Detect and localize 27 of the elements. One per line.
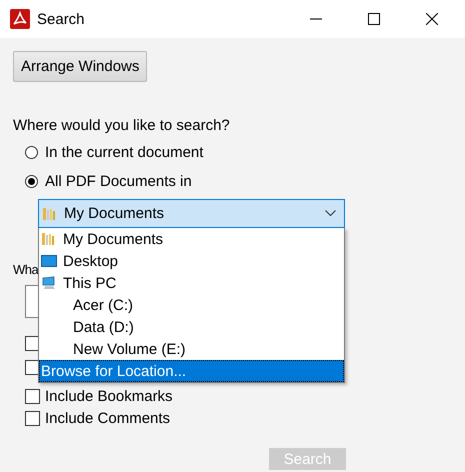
checkbox[interactable] [25, 410, 40, 426]
desktop-icon [41, 254, 57, 268]
chevron-down-icon [325, 210, 336, 217]
radio-button[interactable] [25, 174, 38, 188]
computer-icon [41, 275, 57, 291]
location-list-item[interactable]: Acer (C:) [39, 294, 344, 316]
arrange-windows-button[interactable]: Arrange Windows [13, 51, 148, 82]
radio-button[interactable] [25, 146, 38, 158]
folder-icon [41, 231, 57, 247]
folder-icon [42, 206, 58, 222]
radio-label: All PDF Documents in [45, 172, 192, 190]
pdf-logo-icon [10, 9, 30, 29]
checkbox-label: Include Bookmarks [45, 388, 173, 404]
search-text-field[interactable] [25, 285, 38, 318]
checkbox-label: Include Comments [45, 410, 170, 426]
location-dropdown[interactable]: My Documents [38, 199, 345, 228]
location-list-item[interactable]: Browse for Location... [39, 360, 344, 382]
checkbox[interactable] [25, 388, 40, 404]
location-list-item[interactable]: Desktop [39, 250, 344, 272]
scope-question: Where would you like to search? [13, 116, 230, 136]
location-list-item[interactable]: Data (D:) [39, 316, 344, 338]
location-list-item[interactable]: New Volume (E:) [39, 338, 344, 360]
radio-label: In the current document [45, 144, 204, 160]
search-prompt-label: Wha [13, 261, 38, 279]
location-list-item[interactable]: This PC [39, 272, 344, 294]
location-list-item[interactable]: My Documents [39, 228, 344, 250]
window-title: Search [37, 10, 86, 28]
